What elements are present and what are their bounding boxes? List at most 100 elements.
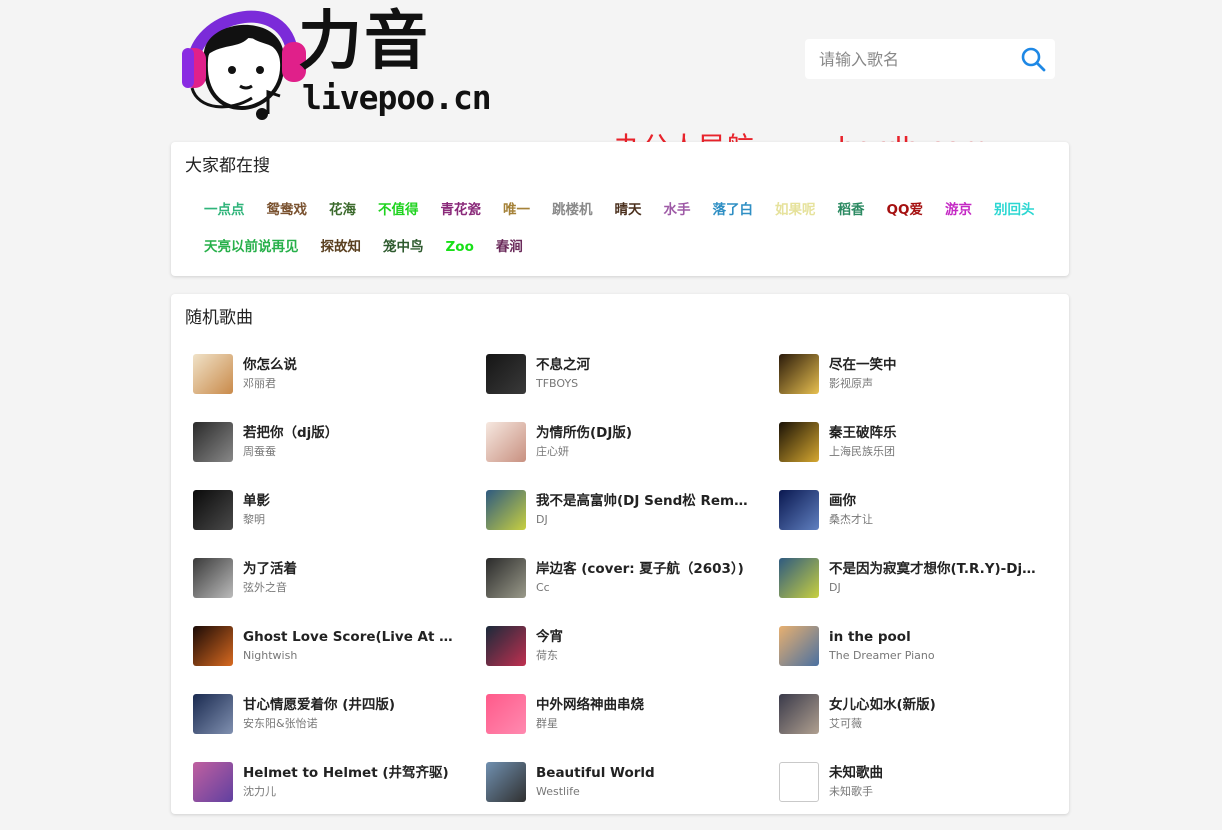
song-item[interactable]: 为情所伤(DJ版) 庄心妍 <box>486 422 779 490</box>
song-artist: The Dreamer Piano <box>829 649 935 662</box>
hot-tag[interactable]: 一点点 <box>203 198 246 222</box>
song-meta: 中外网络神曲串烧 群星 <box>536 694 748 733</box>
song-title: 单影 <box>243 493 270 509</box>
song-item[interactable]: 若把你（dj版） 周蚕蚕 <box>193 422 486 490</box>
hot-search-card: 大家都在搜 一点点 鸳鸯戏 花海 不值得 青花瓷 唯一 跳楼机 晴天 水手 落了白 如果呢 稻香 QQ爱… <box>171 142 1069 276</box>
song-artist: 邓丽君 <box>243 377 276 390</box>
hot-tag[interactable]: 别回头 <box>993 198 1036 222</box>
song-item[interactable]: Ghost Love Score(Live At Wacken 2013) Nig… <box>193 626 486 694</box>
song-artist: 艾可薇 <box>829 717 862 730</box>
song-meta: 今宵 荷东 <box>536 626 748 665</box>
hot-tag[interactable]: 天亮以前说再见 <box>203 235 300 259</box>
song-artist: 上海民族乐团 <box>829 445 895 458</box>
song-meta: 不是因为寂寞才想你(T.R.Y)-DjSun DJ <box>829 558 1041 597</box>
song-item[interactable]: 画你 桑杰才让 <box>779 490 1069 558</box>
hot-tag[interactable]: 鸳鸯戏 <box>266 198 309 222</box>
hot-tag[interactable]: 晴天 <box>614 198 643 222</box>
song-title: 不息之河 <box>536 357 590 373</box>
hot-tag[interactable]: 跳楼机 <box>551 198 594 222</box>
album-cover <box>779 354 819 394</box>
song-artist: 安东阳&张怡诺 <box>243 717 318 730</box>
site-logo[interactable]: 力音 livepoo.cn <box>180 0 492 126</box>
hot-tag[interactable]: 花海 <box>328 198 357 222</box>
song-item[interactable]: 秦王破阵乐上海民族乐团 <box>779 422 1069 490</box>
song-title: 秦王破阵乐 <box>829 425 897 441</box>
hot-tag[interactable]: QQ爱 <box>886 198 924 222</box>
album-cover <box>193 422 233 462</box>
hot-tag[interactable]: 水手 <box>663 198 692 222</box>
hot-tag[interactable]: 游京 <box>944 198 973 222</box>
album-cover <box>193 354 233 394</box>
hot-tag[interactable]: 青花瓷 <box>440 198 483 222</box>
song-artist: Nightwish <box>243 649 298 662</box>
song-title: 你怎么说 <box>243 357 297 373</box>
album-cover <box>779 558 819 598</box>
song-meta: 为情所伤(DJ版) 庄心妍 <box>536 422 748 461</box>
random-songs-card: 随机歌曲 你怎么说邓丽君 不息之河 TFBOYS 尽在一笑中 影视原声若把你（dj版） 周… <box>171 294 1069 814</box>
song-title: Ghost Love Score(Live At Wacken 2013) <box>243 629 455 645</box>
hot-tag[interactable]: 笼中鸟 <box>382 235 425 259</box>
hot-tag[interactable]: 探故知 <box>320 235 363 259</box>
hot-tag[interactable]: 落了白 <box>712 198 755 222</box>
song-title: 女儿心如水(新版) <box>829 697 936 713</box>
song-meta: 你怎么说 邓丽君 <box>243 354 455 393</box>
album-cover <box>193 694 233 734</box>
song-meta: 甘心情愿爱着你 (井四版) 安东阳&张怡诺 <box>243 694 455 733</box>
logo-title: 力音 <box>298 5 430 79</box>
logo-domain: livepoo.cn <box>302 78 492 117</box>
song-item[interactable]: 你怎么说 邓丽君 <box>193 354 486 422</box>
song-meta: 我不是高富帅(DJ Send松 Remix) DJ <box>536 490 748 529</box>
song-artist: 沈力儿 <box>243 785 276 798</box>
song-meta: Beautiful World Westlife <box>536 762 748 801</box>
song-item[interactable]: 今宵 荷东 <box>486 626 779 694</box>
hot-tag[interactable]: 春涧 <box>495 235 524 259</box>
song-item[interactable]: 未知歌曲 未知歌手 <box>779 762 1069 830</box>
song-meta: 单影 黎明 <box>243 490 455 529</box>
song-title: 不是因为寂寞才想你(T.R.Y)-DjSun <box>829 561 1041 577</box>
song-meta: 画你 桑杰才让 <box>829 490 1041 529</box>
search-input[interactable] <box>805 39 1010 79</box>
hot-tag[interactable]: 唯一 <box>502 198 531 222</box>
song-item[interactable]: 单影 黎明 <box>193 490 486 558</box>
song-artist: 黎明 <box>243 513 265 526</box>
album-cover <box>486 422 526 462</box>
search-button[interactable] <box>1011 39 1055 79</box>
song-item[interactable]: Beautiful World Westlife <box>486 762 779 830</box>
album-cover <box>193 558 233 598</box>
song-item[interactable]: in the pool The Dreamer Piano <box>779 626 1069 694</box>
song-artist: DJ <box>829 581 841 594</box>
album-cover <box>486 558 526 598</box>
song-title: 我不是高富帅(DJ Send松 Remix) <box>536 493 748 509</box>
song-item[interactable]: 中外网络神曲串烧 群星 <box>486 694 779 762</box>
header: 力音 livepoo.cn <box>0 0 1222 140</box>
song-artist: 影视原声 <box>829 377 873 390</box>
song-item[interactable]: 甘心情愿爱着你 (井四版) 安东阳&张怡诺 <box>193 694 486 762</box>
song-item[interactable]: Helmet to Helmet (井驾齐驱) 沈力儿 <box>193 762 486 830</box>
hot-tag[interactable]: 稻香 <box>837 198 866 222</box>
song-item[interactable]: 为了活着 弦外之音 <box>193 558 486 626</box>
hot-tag[interactable]: Zoo <box>445 235 475 259</box>
hot-tag[interactable]: 如果呢 <box>774 198 817 222</box>
song-item[interactable]: 尽在一笑中 影视原声 <box>779 354 1069 422</box>
song-meta: 秦王破阵乐上海民族乐团 <box>829 422 1041 461</box>
search-box <box>805 39 1055 79</box>
song-item[interactable]: 女儿心如水(新版) 艾可薇 <box>779 694 1069 762</box>
song-item[interactable]: 我不是高富帅(DJ Send松 Remix) DJ <box>486 490 779 558</box>
album-cover <box>486 354 526 394</box>
song-meta: 不息之河 TFBOYS <box>536 354 748 393</box>
song-meta: in the pool The Dreamer Piano <box>829 626 1041 665</box>
random-songs-title: 随机歌曲 <box>185 308 253 328</box>
album-cover <box>193 490 233 530</box>
song-item[interactable]: 岸边客 (cover: 夏子航（2603）) Cc <box>486 558 779 626</box>
album-cover <box>486 762 526 802</box>
song-artist: 群星 <box>536 717 558 730</box>
hot-tag[interactable]: 不值得 <box>377 198 420 222</box>
song-item[interactable]: 不是因为寂寞才想你(T.R.Y)-DjSun DJ <box>779 558 1069 626</box>
song-artist: DJ <box>536 513 548 526</box>
song-item[interactable]: 不息之河 TFBOYS <box>486 354 779 422</box>
broken-image-icon <box>779 762 819 802</box>
album-cover <box>779 490 819 530</box>
song-artist: Cc <box>536 581 550 594</box>
song-meta: 为了活着 弦外之音 <box>243 558 455 597</box>
song-artist: 桑杰才让 <box>829 513 873 526</box>
